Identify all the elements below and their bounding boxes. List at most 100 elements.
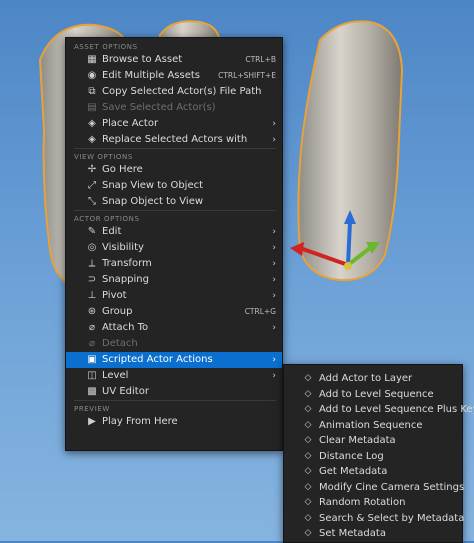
menu-item-edit[interactable]: ✎ Edit › [66, 224, 282, 240]
uv-editor-icon: ▩ [87, 386, 97, 397]
submenu-item-random-rotation[interactable]: ◇ Random Rotation [284, 495, 462, 511]
menu-item-edit-multiple-assets[interactable]: ◉ Edit Multiple Assets CTRL+SHIFT+E [66, 68, 282, 84]
menu-item-level[interactable]: ◫ Level › [66, 368, 282, 384]
browse-icon: ▦ [87, 54, 97, 65]
menu-item-label: Replace Selected Actors with [102, 134, 248, 145]
submenu-item-clear-metadata[interactable]: ◇ Clear Metadata [284, 433, 462, 449]
menu-item-label: Snapping [102, 274, 149, 285]
chevron-right-icon: › [272, 355, 276, 365]
submenu-item-label: Get Metadata [319, 466, 388, 477]
menu-item-label: Copy Selected Actor(s) File Path [102, 86, 262, 97]
submenu-item-label: Random Rotation [319, 497, 406, 508]
menu-item-label: Edit [102, 226, 122, 237]
menu-item-label: Go Here [102, 164, 143, 175]
menu-item-attach-to[interactable]: ⌀ Attach To › [66, 320, 282, 336]
menu-item-pivot[interactable]: ⊥ Pivot › [66, 288, 282, 304]
menu-item-replace-selected-actors-with[interactable]: ◈ Replace Selected Actors with › [66, 132, 282, 148]
go-here-icon: ✢ [87, 164, 97, 175]
magnet-icon: ⊃ [87, 274, 97, 285]
submenu-item-label: Add to Level Sequence Plus Key [319, 404, 474, 415]
menu-item-label: Level [102, 370, 129, 381]
submenu-item-label: Clear Metadata [319, 435, 396, 446]
submenu-item-add-to-level-sequence[interactable]: ◇ Add to Level Sequence [284, 387, 462, 403]
action-diamond-icon: ◇ [304, 435, 312, 445]
place-actor-icon: ◈ [88, 118, 96, 129]
menu-item-group[interactable]: ⊛ Group CTRL+G [66, 304, 282, 320]
submenu-item-label: Animation Sequence [319, 419, 423, 431]
section-divider [74, 148, 276, 149]
submenu-item-label: Modify Cine Camera Settings [319, 481, 465, 493]
actor-context-menu: ASSET OPTIONS ▦ Browse to Asset CTRL+B ◉ Edit… [65, 37, 283, 451]
submenu-item-search-select-by-metadata[interactable]: ◇ Search & Select by Metadata [284, 511, 465, 527]
menu-item-browse-to-asset[interactable]: ▦ Browse to Asset CTRL+B [66, 52, 282, 68]
menu-item-snapping[interactable]: ⊃ Snapping › [66, 272, 282, 288]
section-header-label: ACTOR OPTIONS [74, 215, 140, 223]
menu-item-label: Pivot [102, 290, 127, 301]
section-divider [74, 210, 276, 211]
scripted-actor-actions-submenu: ◇ Add Actor to Layer ◇ Add to Level Sequenc… [283, 364, 474, 543]
menu-item-label: Browse to Asset [102, 54, 183, 65]
eye-icon: ◎ [87, 242, 97, 253]
submenu-item-label: Add to Level Sequence [319, 388, 434, 400]
menu-item-label: Attach To [102, 322, 149, 333]
menu-item-label: Place Actor [102, 118, 159, 129]
submenu-item-add-to-level-sequence-plus-key[interactable]: ◇ Add to Level Sequence Plus Key [284, 402, 474, 418]
chevron-right-icon: › [272, 291, 276, 301]
menu-item-snap-object-to-view[interactable]: ⤡ Snap Object to View [66, 194, 282, 210]
menu-item-snap-view-to-object[interactable]: ⤢ Snap View to Object [66, 178, 282, 194]
submenu-item-modify-cine-camera-settings[interactable]: ◇ Modify Cine Camera Settings [284, 480, 465, 496]
submenu-item-add-actor-to-layer[interactable]: ◇ Add Actor to Layer [284, 371, 462, 387]
action-diamond-icon: ◇ [304, 373, 312, 383]
menu-item-label: Scripted Actor Actions [102, 354, 213, 365]
submenu-item-label: Add Actor to Layer [319, 373, 413, 384]
menu-item-label: Edit Multiple Assets [102, 70, 200, 81]
menu-item-copy-selected-actor-s-file-path[interactable]: ⧉ Copy Selected Actor(s) File Path [66, 84, 282, 100]
script-icon: ▣ [87, 354, 97, 365]
menu-item-go-here[interactable]: ✢ Go Here [66, 162, 282, 178]
menu-item-place-actor[interactable]: ◈ Place Actor › [66, 116, 282, 132]
play-icon: ▶ [88, 416, 96, 427]
menu-item-transform[interactable]: ⟂ Transform › [66, 256, 282, 272]
action-diamond-icon: ◇ [304, 497, 312, 507]
pencil-icon: ✎ [87, 226, 97, 237]
section-header-label: PREVIEW [74, 405, 110, 413]
chevron-right-icon: › [272, 119, 276, 129]
action-diamond-icon: ◇ [304, 528, 312, 538]
menu-item-visibility[interactable]: ◎ Visibility › [66, 240, 282, 256]
action-diamond-icon: ◇ [304, 481, 312, 492]
menu-item-scripted-actor-actions[interactable]: ▣ Scripted Actor Actions › [66, 352, 282, 368]
submenu-item-label: Distance Log [319, 450, 384, 462]
snap-view-icon: ⤢ [88, 180, 96, 191]
attach-icon: ⌀ [88, 322, 96, 333]
chevron-right-icon: › [272, 227, 276, 237]
level-viewport[interactable]: ASSET OPTIONS ▦ Browse to Asset CTRL+B ◉ Edit… [0, 0, 474, 543]
save-icon: ▤ [87, 102, 97, 113]
action-diamond-icon: ◇ [304, 466, 312, 476]
menu-item-label: UV Editor [102, 386, 149, 397]
chevron-right-icon: › [272, 243, 276, 253]
section-divider [74, 400, 276, 401]
menu-item-label: Transform [102, 258, 152, 269]
menu-item-play-from-here[interactable]: ▶ Play From Here [66, 414, 282, 430]
menu-item-shortcut: CTRL+B [245, 55, 276, 64]
submenu-item-animation-sequence[interactable]: ◇ Animation Sequence [284, 418, 462, 434]
menu-item-shortcut: CTRL+SHIFT+E [218, 71, 276, 80]
action-diamond-icon: ◇ [304, 512, 312, 523]
menu-item-save-selected-actor-s: ▤ Save Selected Actor(s) [66, 100, 282, 116]
pivot-icon: ⊥ [87, 290, 97, 301]
chevron-right-icon: › [272, 135, 276, 145]
menu-item-label: Visibility [102, 242, 144, 253]
submenu-item-set-metadata[interactable]: ◇ Set Metadata [284, 526, 462, 542]
submenu-item-label: Set Metadata [319, 528, 386, 539]
chevron-right-icon: › [272, 323, 276, 333]
submenu-item-distance-log[interactable]: ◇ Distance Log [284, 449, 462, 465]
submenu-item-get-metadata[interactable]: ◇ Get Metadata [284, 464, 462, 480]
section-header-preview: PREVIEW [66, 400, 282, 414]
action-diamond-icon: ◇ [304, 419, 312, 430]
chevron-right-icon: › [272, 275, 276, 285]
action-diamond-icon: ◇ [304, 404, 312, 414]
menu-item-uv-editor[interactable]: ▩ UV Editor [66, 384, 282, 400]
menu-item-label: Snap View to Object [102, 180, 204, 191]
action-diamond-icon: ◇ [304, 450, 312, 461]
menu-item-shortcut: CTRL+G [244, 307, 276, 316]
